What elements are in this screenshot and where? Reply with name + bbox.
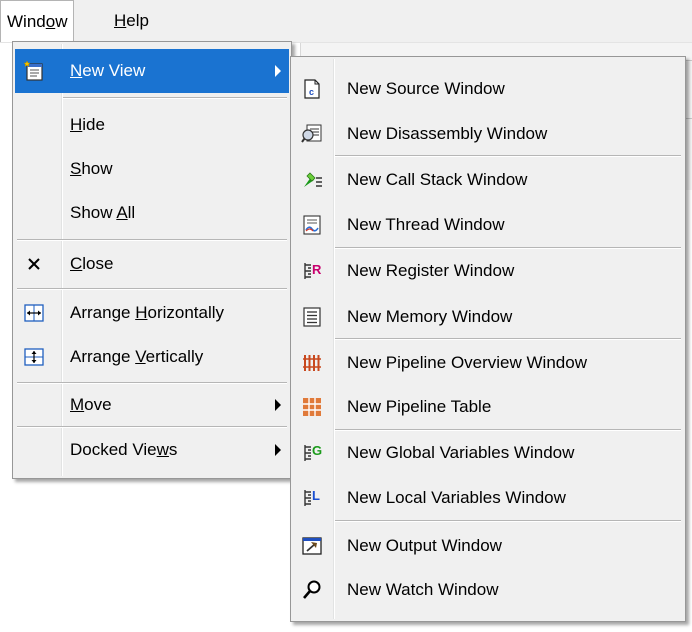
arrange-horizontally-icon	[23, 302, 45, 324]
menu-item-label: New Source Window	[347, 79, 505, 98]
menu-item-new-call-stack-window[interactable]: New Call Stack Window	[293, 158, 683, 202]
menu-window-mnemonic: o	[45, 12, 56, 31]
menu-item-new-local-variables-window[interactable]: L New Local Variables Window	[293, 476, 683, 520]
menu-item-label: New Output Window	[347, 536, 502, 555]
menu-item-label: Arrange Vertically	[70, 347, 204, 366]
menu-item-label: New View	[70, 61, 146, 80]
svg-text:G: G	[312, 443, 322, 458]
new-view-submenu: c New Source Window New Disassembly Wind…	[290, 56, 686, 622]
menu-item-new-thread-window[interactable]: New Thread Window	[293, 203, 683, 247]
menu-bar: Window Help	[0, 0, 692, 43]
menu-item-label: New Register Window	[347, 261, 515, 280]
menu-window-label-end: w	[55, 12, 68, 31]
menu-separator	[335, 338, 681, 340]
menu-window-label: Wind	[7, 12, 46, 31]
local-variables-icon: L	[301, 487, 323, 509]
menu-item-label: Move	[70, 395, 112, 414]
output-icon	[301, 535, 323, 557]
menu-separator	[335, 520, 681, 522]
arrange-vertically-icon	[23, 346, 45, 368]
menu-separator	[63, 97, 287, 99]
new-view-icon	[23, 60, 45, 82]
thread-icon	[301, 214, 323, 236]
menu-item-new-register-window[interactable]: R New Register Window	[293, 249, 683, 293]
menu-item-new-view[interactable]: New View	[15, 49, 289, 93]
menu-item-label: New Disassembly Window	[347, 124, 548, 143]
submenu-arrow-icon	[275, 65, 281, 77]
svg-text:R: R	[312, 262, 322, 277]
menu-item-new-memory-window[interactable]: New Memory Window	[293, 295, 683, 339]
call-stack-icon	[301, 169, 323, 191]
close-icon	[23, 253, 45, 275]
menu-item-new-watch-window[interactable]: New Watch Window	[293, 568, 683, 612]
submenu-arrow-icon	[275, 399, 281, 411]
menu-separator	[17, 288, 287, 290]
pipeline-table-icon	[301, 396, 323, 418]
watch-icon	[301, 579, 323, 601]
menu-item-show[interactable]: Show	[15, 147, 289, 191]
menu-item-label: New Memory Window	[347, 307, 513, 326]
menu-item-label: New Global Variables Window	[347, 443, 575, 462]
menu-item-label: Docked Views	[70, 440, 178, 459]
menu-item-label: New Watch Window	[347, 580, 499, 599]
menu-item-new-global-variables-window[interactable]: G New Global Variables Window	[293, 431, 683, 475]
menu-item-label: New Pipeline Table	[347, 397, 492, 416]
svg-text:c: c	[309, 87, 314, 97]
menu-item-hide[interactable]: Hide	[15, 103, 289, 147]
menu-item-new-pipeline-overview-window[interactable]: New Pipeline Overview Window	[293, 341, 683, 385]
menu-item-arrange-vertically[interactable]: Arrange Vertically	[15, 335, 289, 379]
menu-item-label: Hide	[70, 115, 105, 134]
register-icon: R	[301, 260, 323, 282]
pipeline-overview-icon	[301, 352, 323, 374]
menu-help-label: elp	[126, 11, 149, 30]
menu-item-label: New Thread Window	[347, 215, 505, 234]
menu-item-label: Show All	[70, 203, 136, 222]
memory-icon	[301, 306, 323, 328]
menu-item-show-all[interactable]: Show All	[15, 191, 289, 235]
source-file-icon: c	[301, 78, 323, 100]
menu-item-label: New Local Variables Window	[347, 488, 566, 507]
menu-window[interactable]: Window	[0, 0, 75, 42]
menu-item-label: Close	[70, 254, 114, 273]
menu-item-new-source-window[interactable]: c New Source Window	[293, 67, 683, 111]
menu-item-label: New Pipeline Overview Window	[347, 353, 587, 372]
submenu-arrow-icon	[275, 444, 281, 456]
menu-item-move[interactable]: Move	[15, 383, 289, 427]
menu-item-new-disassembly-window[interactable]: New Disassembly Window	[293, 112, 683, 156]
menu-help-mnemonic: H	[114, 11, 127, 30]
menu-separator	[17, 239, 287, 241]
menu-item-new-pipeline-table[interactable]: New Pipeline Table	[293, 385, 683, 429]
global-variables-icon: G	[301, 442, 323, 464]
menu-item-arrange-horizontally[interactable]: Arrange Horizontally	[15, 291, 289, 335]
menu-item-close[interactable]: Close	[15, 242, 289, 286]
menu-item-docked-views[interactable]: Docked Views	[15, 428, 289, 472]
menu-item-label: Arrange Horizontally	[70, 303, 225, 322]
window-menu: New View Hide Show Show All Close Arrang…	[12, 41, 292, 479]
menu-help[interactable]: Help	[108, 0, 155, 42]
disassembly-icon	[301, 123, 323, 145]
svg-text:L: L	[312, 488, 320, 503]
menu-item-label: New Call Stack Window	[347, 170, 528, 189]
menu-item-label: Show	[70, 159, 113, 178]
menu-separator	[335, 155, 681, 157]
menu-item-new-output-window[interactable]: New Output Window	[293, 524, 683, 568]
